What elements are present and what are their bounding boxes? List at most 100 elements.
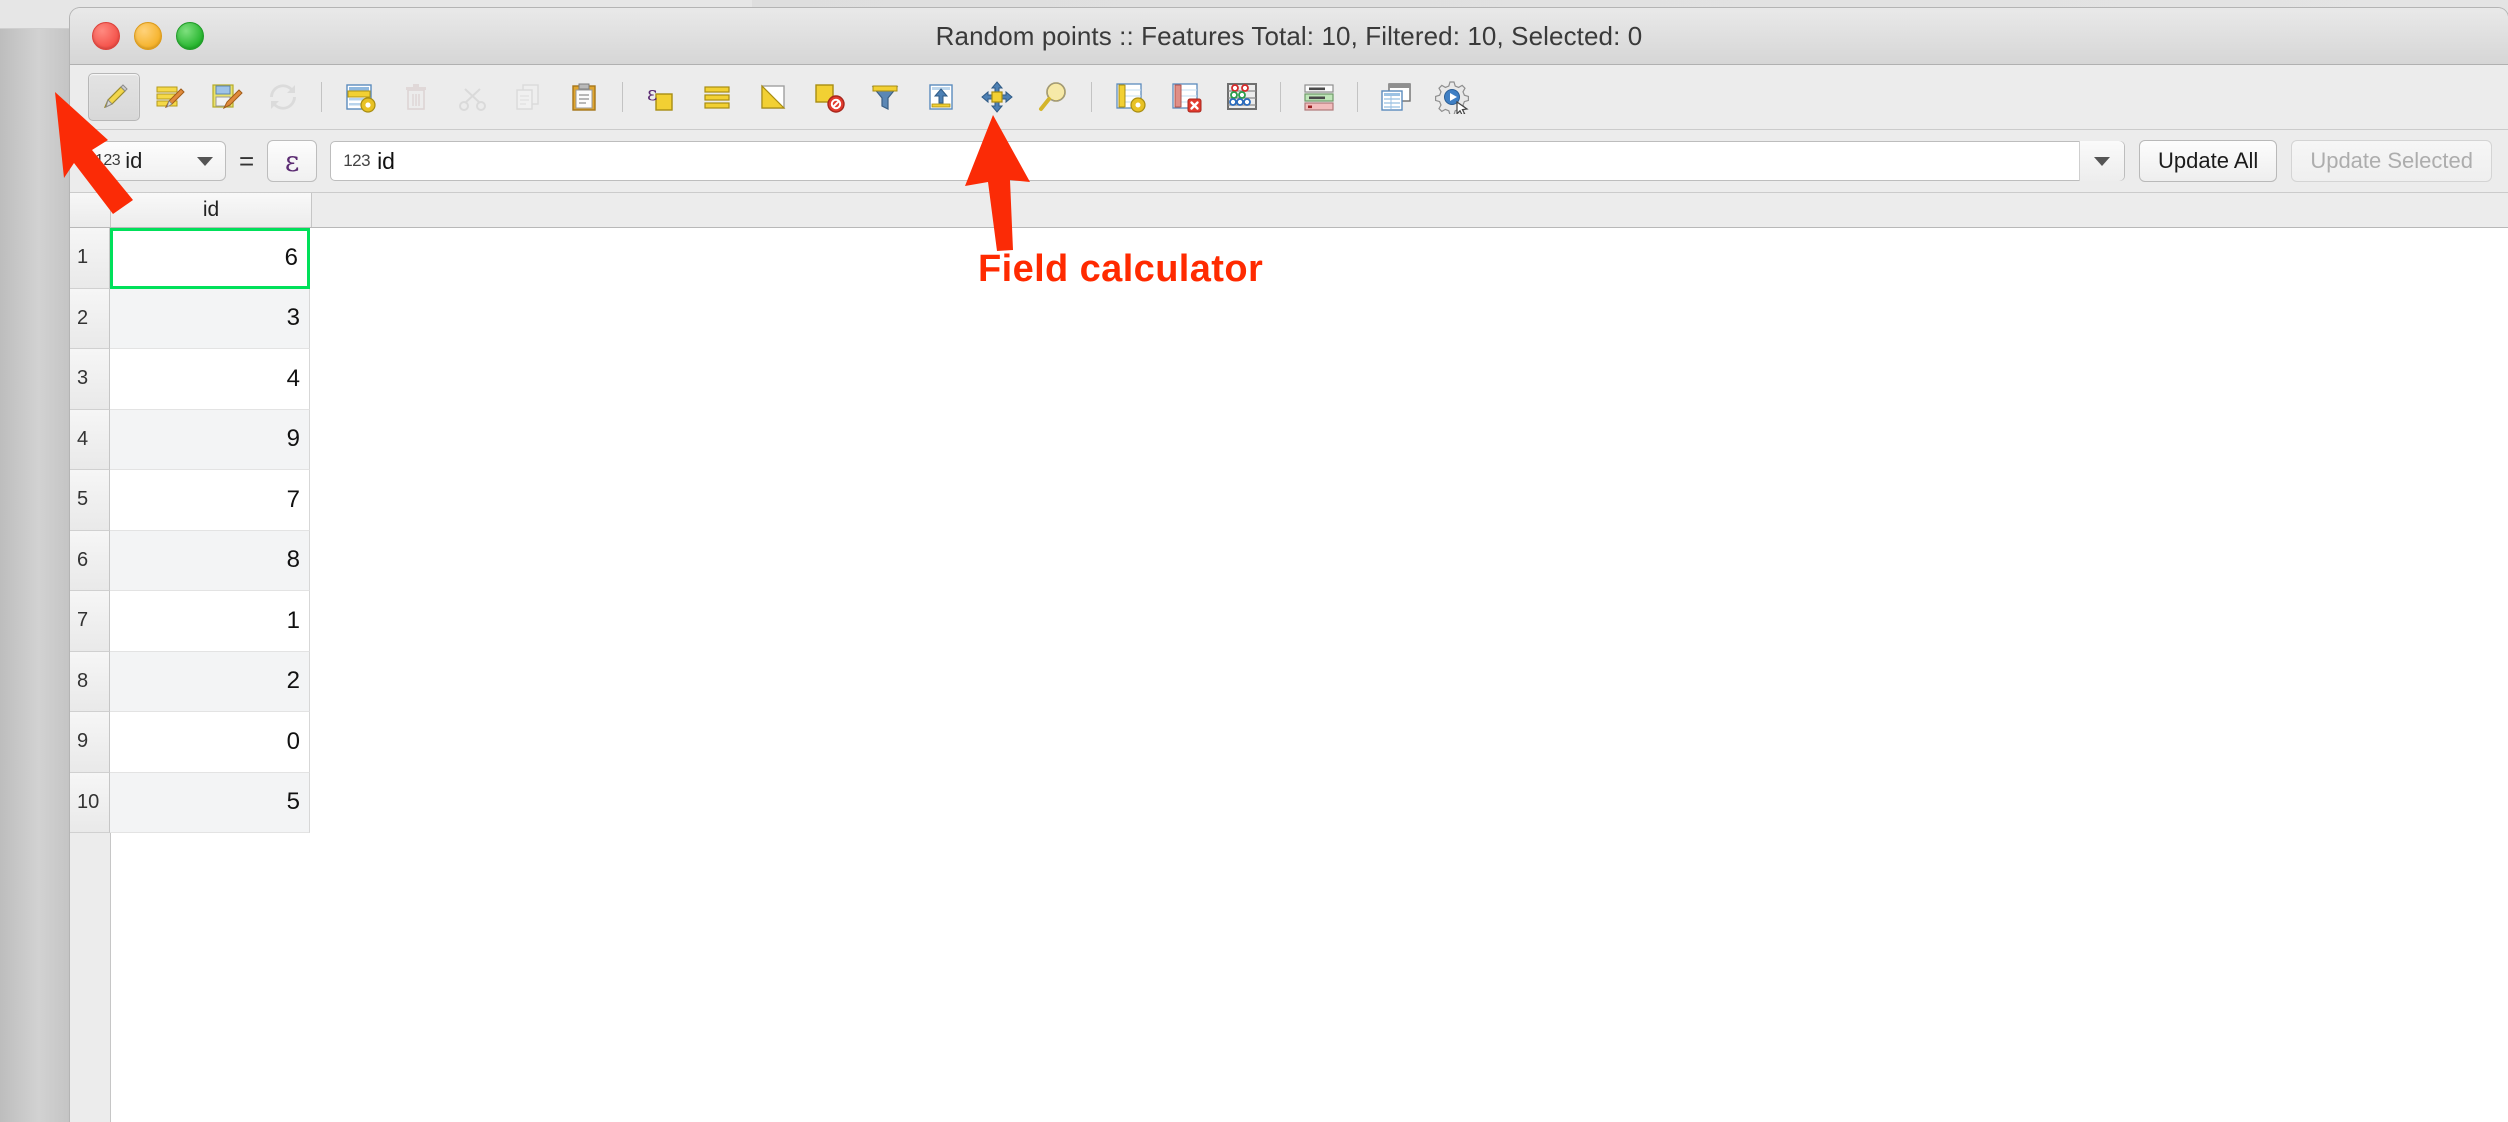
table-corner-header	[70, 193, 111, 227]
select-all-icon	[701, 81, 733, 113]
table-cell-id[interactable]: 0	[110, 712, 310, 773]
deselect-all-icon	[812, 80, 846, 114]
new-field-icon	[1113, 80, 1147, 114]
table-row[interactable]: 3 4	[70, 349, 2508, 410]
table-row[interactable]: 8 2	[70, 651, 2508, 712]
new-field-button[interactable]	[1105, 74, 1155, 120]
row-number[interactable]: 9	[70, 712, 110, 773]
table-row[interactable]: 2 3	[70, 288, 2508, 349]
table-cell-id[interactable]: 1	[110, 591, 310, 652]
paste-features-button[interactable]	[559, 74, 609, 120]
delete-field-icon	[1169, 80, 1203, 114]
dock-undock-form-button[interactable]	[1371, 74, 1421, 120]
conditional-formatting-icon	[1302, 80, 1336, 114]
expression-builder-button[interactable]: ε	[267, 140, 318, 182]
save-layer-edits-button[interactable]	[202, 74, 252, 120]
toolbar-separator	[321, 82, 322, 112]
move-selection-to-top-button[interactable]	[916, 74, 966, 120]
invert-selection-button[interactable]	[748, 74, 798, 120]
window-title: Random points :: Features Total: 10, Fil…	[935, 21, 1643, 51]
title-bar: Random points :: Features Total: 10, Fil…	[70, 8, 2508, 65]
table-body: 1 6 2 3 3 4 4 9 5 7 6 8 7 1 8 2 9 0 10 5	[70, 228, 2508, 833]
dock-window-icon	[1379, 80, 1413, 114]
row-filler	[310, 288, 2508, 349]
row-number[interactable]: 10	[70, 772, 110, 833]
table-cell-id[interactable]: 3	[110, 288, 310, 349]
field-selector-combo[interactable]: 123 id	[86, 141, 226, 181]
row-number[interactable]: 3	[70, 349, 110, 410]
toggle-editing-button[interactable]	[88, 73, 140, 121]
table-row[interactable]: 6 8	[70, 530, 2508, 591]
delete-selected-button[interactable]	[391, 74, 441, 120]
pan-arrows-icon	[980, 80, 1014, 114]
delete-field-button[interactable]	[1161, 74, 1211, 120]
row-header-gutter	[70, 833, 111, 1122]
update-selected-button[interactable]: Update Selected	[2291, 140, 2492, 182]
table-row[interactable]: 10 5	[70, 772, 2508, 833]
expression-history-dropdown[interactable]	[2079, 141, 2125, 181]
toolbar-separator	[1357, 82, 1358, 112]
clipboard-paste-icon	[568, 81, 600, 113]
table-row[interactable]: 7 1	[70, 591, 2508, 652]
filter-features-button[interactable]	[860, 74, 910, 120]
table-cell-id[interactable]: 6	[110, 228, 310, 289]
field-calculator-icon	[1225, 80, 1259, 114]
save-edits-button[interactable]	[146, 74, 196, 120]
scissors-icon	[456, 81, 488, 113]
field-calculator-button[interactable]	[1217, 74, 1267, 120]
table-row[interactable]: 1 6	[70, 228, 2508, 289]
table-row[interactable]: 5 7	[70, 470, 2508, 531]
toolbar-separator	[1280, 82, 1281, 112]
row-number[interactable]: 5	[70, 470, 110, 531]
table-cell-id[interactable]: 4	[110, 349, 310, 410]
row-filler	[310, 772, 2508, 833]
gear-cursor-icon	[1435, 80, 1469, 114]
table-cell-id[interactable]: 7	[110, 470, 310, 531]
row-number[interactable]: 1	[70, 228, 110, 289]
expression-input[interactable]: 123 id	[330, 141, 2126, 181]
column-header-id[interactable]: id	[111, 193, 312, 227]
row-filler	[310, 591, 2508, 652]
select-all-button[interactable]	[692, 74, 742, 120]
refresh-icon	[267, 81, 299, 113]
table-cell-id[interactable]: 9	[110, 409, 310, 470]
add-feature-icon	[343, 80, 377, 114]
table-row[interactable]: 4 9	[70, 409, 2508, 470]
row-number[interactable]: 6	[70, 530, 110, 591]
row-number[interactable]: 2	[70, 288, 110, 349]
attribute-table-toolbar: ε	[70, 65, 2508, 130]
table-up-arrow-icon	[925, 81, 957, 113]
conditional-formatting-button[interactable]	[1294, 74, 1344, 120]
row-number[interactable]: 4	[70, 409, 110, 470]
update-all-button[interactable]: Update All	[2139, 140, 2278, 182]
row-filler	[310, 651, 2508, 712]
table-cell-id[interactable]: 2	[110, 651, 310, 712]
actions-button[interactable]	[1427, 74, 1477, 120]
cut-features-button[interactable]	[447, 74, 497, 120]
copy-features-button[interactable]	[503, 74, 553, 120]
row-filler	[310, 530, 2508, 591]
select-by-expression-button[interactable]: ε	[636, 74, 686, 120]
table-cell-id[interactable]: 5	[110, 772, 310, 833]
table-pencil-icon	[154, 80, 188, 114]
add-feature-button[interactable]	[335, 74, 385, 120]
expression-select-icon: ε	[644, 80, 678, 114]
row-filler	[310, 409, 2508, 470]
svg-text:ε: ε	[647, 81, 657, 105]
expression-input-value: id	[377, 147, 395, 174]
epsilon-icon: ε	[284, 144, 300, 178]
zoom-map-to-selection-button[interactable]	[1028, 74, 1078, 120]
table-row[interactable]: 9 0	[70, 712, 2508, 773]
floppy-pencil-icon	[210, 80, 244, 114]
trash-icon	[400, 81, 432, 113]
table-cell-id[interactable]: 8	[110, 530, 310, 591]
deselect-all-button[interactable]	[804, 74, 854, 120]
row-number[interactable]: 8	[70, 651, 110, 712]
chevron-down-icon	[2094, 156, 2111, 166]
pan-map-to-selection-button[interactable]	[972, 74, 1022, 120]
table-header-row: id	[70, 193, 2508, 228]
row-number[interactable]: 7	[70, 591, 110, 652]
copy-icon	[512, 81, 544, 113]
numeric-type-badge-icon: 123	[95, 152, 121, 169]
reload-table-button[interactable]	[258, 74, 308, 120]
